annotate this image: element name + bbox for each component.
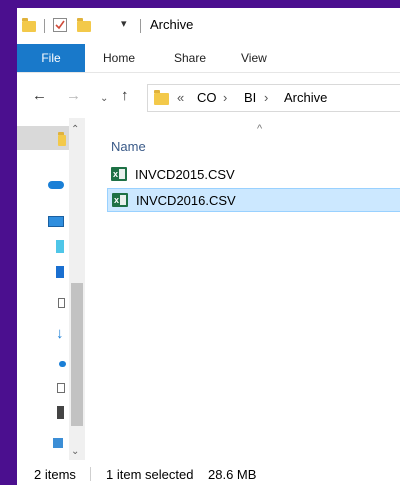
item-count: 2 items <box>34 467 76 482</box>
file-row[interactable]: x INVCD2015.CSV <box>107 163 400 185</box>
breadcrumb-chevron-icon[interactable]: › <box>264 90 268 105</box>
this-pc-icon[interactable] <box>48 216 64 227</box>
address-bar[interactable]: « CO › BI › Archive <box>147 84 400 112</box>
excel-csv-icon: x <box>112 193 128 207</box>
forward-arrow-icon[interactable]: → <box>66 88 81 104</box>
file-explorer-window: ▾ Archive File Home Share View ← → ⌄ ↑ «… <box>17 8 400 485</box>
address-overflow-icon[interactable]: « <box>177 90 184 105</box>
title-bar: ▾ Archive <box>17 8 400 40</box>
selection-count: 1 item selected <box>106 467 194 482</box>
up-arrow-icon[interactable]: ↑ <box>121 88 129 104</box>
onedrive-icon[interactable] <box>48 181 64 189</box>
tab-file[interactable]: File <box>17 44 85 72</box>
tab-view[interactable]: View <box>241 44 267 72</box>
properties-icon[interactable] <box>53 18 67 32</box>
selection-size: 28.6 MB <box>208 467 257 482</box>
documents-icon[interactable] <box>58 298 65 308</box>
file-row-selected[interactable]: x INVCD2016.CSV <box>107 188 400 212</box>
address-folder-icon <box>154 90 169 105</box>
breadcrumb-co[interactable]: CO <box>197 90 217 105</box>
window-title: Archive <box>150 17 194 32</box>
file-name: INVCD2016.CSV <box>136 193 236 208</box>
title-separator-2 <box>140 19 141 33</box>
music-icon[interactable] <box>59 361 66 367</box>
tab-share[interactable]: Share <box>174 44 206 72</box>
scroll-down-icon[interactable]: ⌄ <box>71 446 79 458</box>
breadcrumb-bi[interactable]: BI <box>244 90 256 105</box>
tab-home[interactable]: Home <box>103 44 135 72</box>
ribbon: File Home Share View <box>17 44 400 73</box>
status-divider <box>90 467 91 481</box>
quick-access-folder-icon <box>58 132 66 146</box>
breadcrumb-archive[interactable]: Archive <box>284 90 327 105</box>
recent-locations-chevron-icon[interactable]: ⌄ <box>100 91 108 107</box>
new-folder-icon[interactable] <box>77 18 91 32</box>
back-arrow-icon[interactable]: ← <box>32 88 47 104</box>
breadcrumb-chevron-icon[interactable]: › <box>223 90 227 105</box>
desktop-icon[interactable] <box>56 266 64 278</box>
scroll-up-icon[interactable]: ⌃ <box>71 124 79 136</box>
folder-icon <box>22 18 36 32</box>
scrollbar-thumb[interactable] <box>71 283 83 426</box>
downloads-icon[interactable]: ↓ <box>56 326 64 341</box>
videos-icon[interactable] <box>57 406 64 419</box>
pictures-icon[interactable] <box>57 383 65 393</box>
file-name: INVCD2015.CSV <box>135 167 235 182</box>
local-disk-icon[interactable] <box>53 438 63 448</box>
nav-pane-scrollbar[interactable]: ⌃ ⌄ <box>69 118 85 460</box>
column-header-name[interactable]: Name <box>111 139 146 154</box>
title-separator <box>44 19 45 33</box>
status-bar: 2 items 1 item selected 28.6 MB <box>17 461 400 485</box>
3d-objects-icon[interactable] <box>56 240 64 253</box>
excel-csv-icon: x <box>111 167 127 181</box>
customize-toolbar-icon[interactable]: ▾ <box>121 17 127 30</box>
sort-ascending-icon: ^ <box>257 123 263 135</box>
navigation-bar: ← → ⌄ ↑ « CO › BI › Archive <box>17 80 400 114</box>
